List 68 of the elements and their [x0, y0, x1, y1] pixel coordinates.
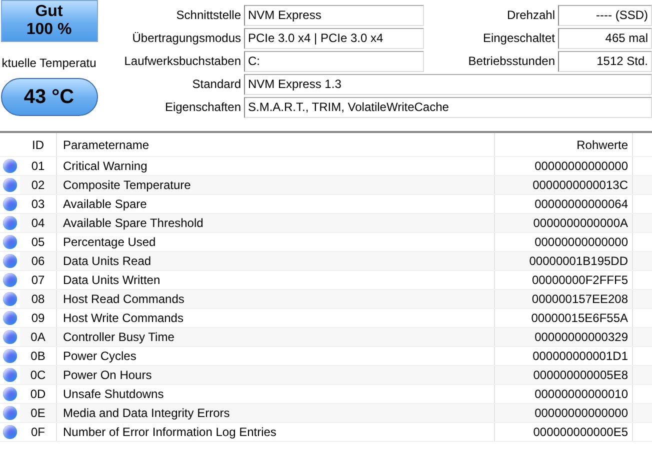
- table-cell: Available Spare Threshold: [57, 214, 495, 232]
- table-cell: 00000000000010: [495, 385, 633, 403]
- field-label: Übertragungsmodus: [131, 30, 241, 47]
- health-percent: 100 %: [26, 21, 72, 39]
- table-cell: 0000000000000A: [495, 214, 633, 232]
- temperature-label: ktuelle Temperatu: [2, 56, 96, 70]
- table-cell: Media and Data Integrity Errors: [57, 404, 495, 422]
- table-cell: 0B: [20, 347, 57, 365]
- table-cell: Percentage Used: [57, 233, 495, 251]
- table-cell: 0E: [20, 404, 57, 422]
- table-cell: 04: [20, 214, 57, 232]
- table-cell: 00000015E6F55A: [495, 309, 633, 327]
- field-label: Schnittstelle: [175, 7, 241, 24]
- field-label: Eingeschaltet: [482, 30, 555, 47]
- table-cell: 00000001B195DD: [495, 252, 633, 270]
- table-cell: 0D: [20, 385, 57, 403]
- table-cell: 00000000000000: [495, 157, 633, 175]
- table-cell: 0F: [20, 423, 57, 441]
- table-cell: 02: [20, 176, 57, 194]
- table-cell: 07: [20, 271, 57, 289]
- table-cell: 00000000000064: [495, 195, 633, 213]
- table-cell: 0C: [20, 366, 57, 384]
- value-field: PCIe 3.0 x4 | PCIe 3.0 x4: [244, 28, 424, 49]
- table-cell: Power Cycles: [57, 347, 495, 365]
- table-cell: 000000157EE208: [495, 290, 633, 308]
- table-cell: 01: [20, 157, 57, 175]
- value-field: NVM Express: [244, 5, 424, 26]
- table-cell: 09: [20, 309, 57, 327]
- table-cell: 00000000000000: [495, 404, 633, 422]
- table-cell: Unsafe Shutdowns: [57, 385, 495, 403]
- health-label: Gut: [35, 3, 63, 21]
- table-cell: 03: [20, 195, 57, 213]
- field-label: Drehzahl: [506, 7, 555, 24]
- table-cell: 0000000000013C: [495, 176, 633, 194]
- value-field: 465 mal: [558, 28, 652, 49]
- table-cell: 0A: [20, 328, 57, 346]
- table-cell: 000000000001D1: [495, 347, 633, 365]
- column-header[interactable]: ID: [20, 133, 57, 156]
- table-cell: Power On Hours: [57, 366, 495, 384]
- table-cell: Composite Temperature: [57, 176, 495, 194]
- table-cell: Data Units Written: [57, 271, 495, 289]
- table-cell: Number of Error Information Log Entries: [57, 423, 495, 441]
- field-label: Betriebsstunden: [467, 53, 555, 70]
- temperature-badge: 43 °C: [0, 78, 98, 116]
- value-field: ---- (SSD): [558, 5, 652, 26]
- table-cell: 00000000000000: [495, 233, 633, 251]
- table-cell: Critical Warning: [57, 157, 495, 175]
- table-cell: 000000000005E8: [495, 366, 633, 384]
- table-cell: 00000000000329: [495, 328, 633, 346]
- table-cell: Data Units Read: [57, 252, 495, 270]
- table-cell: Available Spare: [57, 195, 495, 213]
- field-label: Laufwerksbuchstaben: [123, 53, 241, 70]
- value-field: NVM Express 1.3: [244, 74, 652, 95]
- field-label: Standard: [191, 76, 241, 93]
- field-label: Eigenschaften: [164, 99, 241, 116]
- value-field: 1512 Std.: [558, 51, 652, 72]
- table-cell: 08: [20, 290, 57, 308]
- column-header[interactable]: Parametername: [57, 133, 495, 156]
- table-cell: 06: [20, 252, 57, 270]
- table-cell: Controller Busy Time: [57, 328, 495, 346]
- table-cell: Host Write Commands: [57, 309, 495, 327]
- value-field: C:: [244, 51, 424, 72]
- table-cell: 00000000F2FFF5: [495, 271, 633, 289]
- table-cell: Host Read Commands: [57, 290, 495, 308]
- table-cell: 000000000000E5: [495, 423, 633, 441]
- column-header[interactable]: Rohwerte: [495, 133, 633, 156]
- table-cell: 05: [20, 233, 57, 251]
- value-field: S.M.A.R.T., TRIM, VolatileWriteCache: [244, 97, 652, 118]
